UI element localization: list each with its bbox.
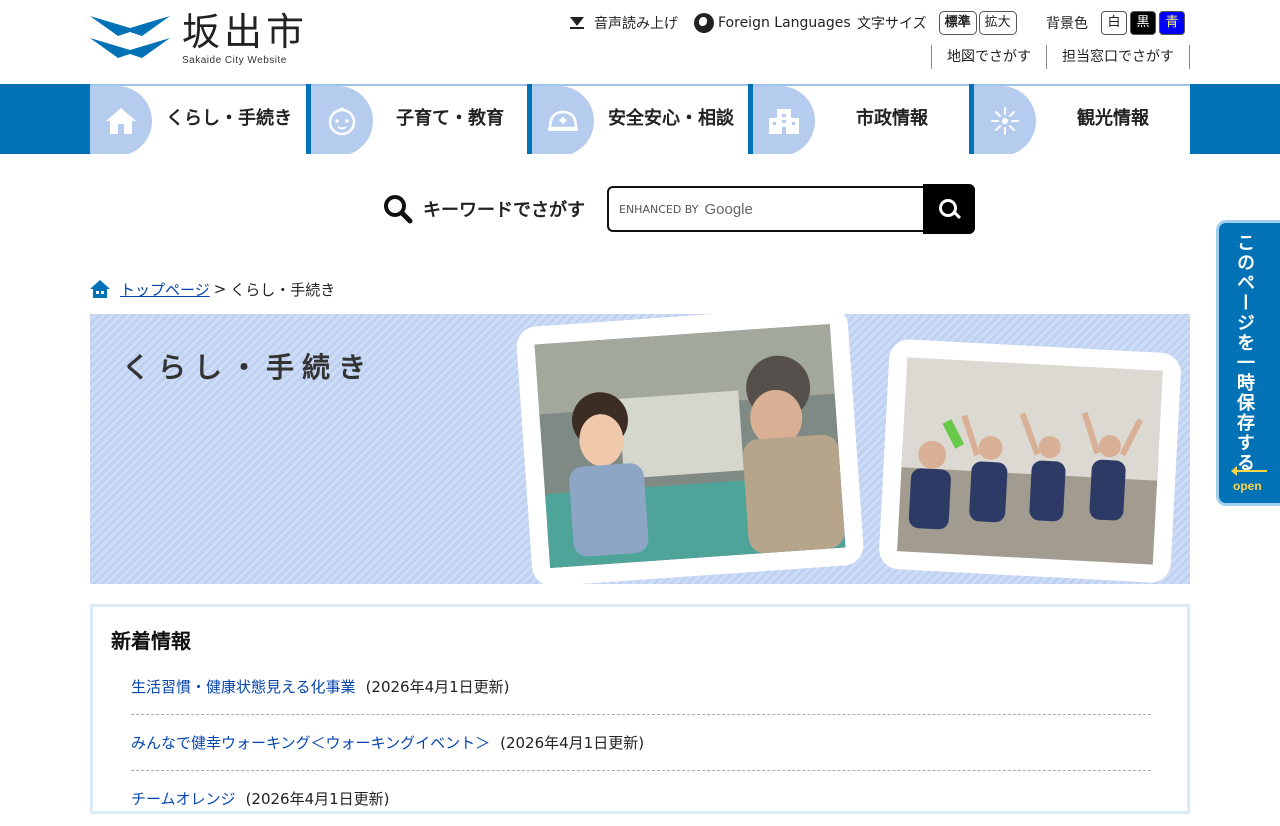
- bg-black-button[interactable]: 黒: [1130, 11, 1156, 35]
- global-nav: くらし・手続き 子育て・教育 安全安心・相談 市政情報 観光情報: [0, 84, 1280, 154]
- breadcrumb: トップページ > くらし・手続き: [90, 278, 335, 300]
- nav-item-living[interactable]: くらし・手続き: [90, 84, 306, 154]
- font-size-control: 文字サイズ 標準 拡大: [857, 10, 1017, 36]
- search-button[interactable]: [923, 184, 975, 234]
- foreign-languages-label: Foreign Languages: [718, 15, 851, 31]
- hero-photo-exercise: [884, 344, 1176, 578]
- news-item-date: (2026年4月1日更新): [500, 734, 645, 752]
- voice-read-button[interactable]: 音声読み上げ: [570, 10, 678, 36]
- map-search-link[interactable]: 地図でさがす: [931, 45, 1046, 69]
- nav-item-label: 市政情報: [856, 108, 928, 129]
- magnifier-icon: [384, 195, 413, 224]
- breadcrumb-current: くらし・手続き: [230, 280, 336, 299]
- save-page-label: このページを一時保存する: [1234, 233, 1255, 473]
- office-search-link[interactable]: 担当窓口でさがす: [1046, 45, 1190, 69]
- bg-white-button[interactable]: 白: [1101, 11, 1127, 35]
- home-icon: [90, 280, 110, 298]
- voice-read-label: 音声読み上げ: [594, 16, 678, 32]
- breadcrumb-home-link[interactable]: トップページ: [120, 279, 210, 300]
- firework-icon: [991, 107, 1019, 135]
- foreign-languages-button[interactable]: Foreign Languages: [694, 10, 851, 36]
- building-icon: [769, 109, 799, 134]
- bg-color-control: 背景色 白 黒 青: [1046, 10, 1185, 36]
- news-item: チームオレンジ (2026年4月1日更新): [131, 771, 1151, 826]
- nav-item-city-admin[interactable]: 市政情報: [753, 84, 969, 154]
- download-arrow-icon: [570, 16, 584, 29]
- nav-item-label: 観光情報: [1077, 108, 1149, 129]
- news-item: みんなで健幸ウォーキング＜ウォーキングイベント＞ (2026年4月1日更新): [131, 715, 1151, 771]
- city-emblem-icon: [90, 16, 170, 58]
- font-size-standard-button[interactable]: 標準: [938, 11, 977, 35]
- font-size-label: 文字サイズ: [857, 16, 927, 32]
- globe-icon: [694, 13, 714, 33]
- news-list: 生活習慣・健康状態見える化事業 (2026年4月1日更新) みんなで健幸ウォーキ…: [131, 659, 1151, 826]
- nav-item-label: 安全安心・相談: [608, 108, 734, 129]
- hero-photo-counter: [521, 314, 859, 581]
- font-size-large-button[interactable]: 拡大: [978, 11, 1017, 35]
- search-label: キーワードでさがす: [423, 200, 585, 221]
- news-item-link[interactable]: チームオレンジ: [131, 788, 236, 809]
- page-title: くらし・手続き: [122, 351, 375, 384]
- news-item: 生活習慣・健康状態見える化事業 (2026年4月1日更新): [131, 659, 1151, 715]
- baby-icon: [328, 107, 356, 136]
- news-section: 新着情報 生活習慣・健康状態見える化事業 (2026年4月1日更新) みんなで健…: [90, 604, 1190, 814]
- keyword-search: キーワードでさがす ENHANCED BY Google: [383, 184, 975, 234]
- nav-item-childcare[interactable]: 子育て・教育: [311, 84, 527, 154]
- bg-blue-button[interactable]: 青: [1159, 11, 1185, 35]
- save-page-tab[interactable]: このページを一時保存する open: [1216, 220, 1280, 506]
- nav-item-label: 子育て・教育: [396, 108, 504, 129]
- search-input[interactable]: ENHANCED BY Google: [607, 186, 923, 232]
- category-hero: くらし・手続き: [90, 314, 1190, 584]
- nav-item-safety[interactable]: 安全安心・相談: [532, 84, 748, 154]
- nav-item-tourism[interactable]: 観光情報: [974, 84, 1190, 154]
- bg-color-label: 背景色: [1046, 16, 1088, 32]
- house-icon: [106, 108, 136, 134]
- enhanced-by-text: ENHANCED BY: [619, 202, 699, 216]
- site-logo[interactable]: 坂出市 Sakaide City Website: [90, 10, 310, 72]
- sub-links: 地図でさがす 担当窓口でさがす: [931, 45, 1190, 69]
- news-item-date: (2026年4月1日更新): [245, 790, 390, 808]
- logo-title: 坂出市: [182, 10, 309, 54]
- logo-subtitle: Sakaide City Website: [182, 55, 287, 66]
- news-item-link[interactable]: みんなで健幸ウォーキング＜ウォーキングイベント＞: [131, 732, 490, 753]
- save-page-open: open: [1233, 479, 1262, 493]
- site-header: 坂出市 Sakaide City Website 音声読み上げ Foreign …: [0, 0, 1280, 84]
- helmet-icon: [548, 110, 578, 131]
- google-text: Google: [704, 200, 753, 218]
- news-heading: 新着情報: [111, 629, 191, 653]
- left-arrow-icon: [1231, 466, 1267, 476]
- news-item-link[interactable]: 生活習慣・健康状態見える化事業: [131, 676, 356, 697]
- nav-item-label: くらし・手続き: [166, 108, 292, 129]
- breadcrumb-separator: >: [213, 280, 227, 298]
- news-item-date: (2026年4月1日更新): [365, 678, 510, 696]
